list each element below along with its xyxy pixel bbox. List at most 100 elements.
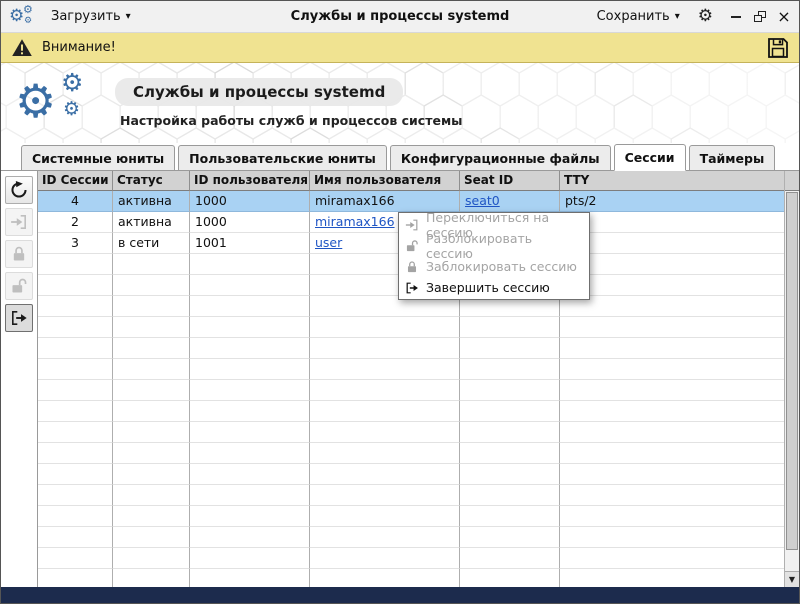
column-header-seat-id[interactable]: Seat ID xyxy=(460,171,560,191)
maximize-button[interactable] xyxy=(753,10,767,23)
cell: pts/2 xyxy=(560,191,784,212)
cell xyxy=(190,443,310,464)
menu-item-unlock-session[interactable]: Разблокировать сессию xyxy=(399,231,589,261)
cell xyxy=(560,233,784,254)
cell xyxy=(190,296,310,317)
cell xyxy=(190,422,310,443)
cell xyxy=(190,338,310,359)
cell-link[interactable]: seat0 xyxy=(465,193,500,208)
cell xyxy=(113,254,190,275)
cell xyxy=(113,464,190,485)
table-row-empty xyxy=(38,401,784,422)
cell xyxy=(460,464,560,485)
cell xyxy=(190,254,310,275)
tab-bar: Системные юниты Пользовательские юниты Кон… xyxy=(1,143,799,171)
cell xyxy=(560,485,784,506)
table-header: ID Сессии Статус ID пользователя Имя пользо… xyxy=(38,171,784,191)
column-header-status[interactable]: Статус xyxy=(113,171,190,191)
cell xyxy=(113,359,190,380)
tab-timers[interactable]: Таймеры xyxy=(688,145,776,170)
cell xyxy=(190,317,310,338)
cell: 2 xyxy=(38,212,113,233)
minimize-icon xyxy=(731,15,741,18)
refresh-icon xyxy=(10,181,28,199)
settings-gear-button[interactable]: ⚙ xyxy=(698,8,713,25)
content-area: ID Сессии Статус ID пользователя Имя пользо… xyxy=(1,171,799,587)
cell xyxy=(560,359,784,380)
cell xyxy=(560,569,784,587)
close-button[interactable]: × xyxy=(777,8,791,24)
cell xyxy=(38,548,113,569)
cell xyxy=(190,569,310,587)
tab-config-files[interactable]: Конфигурационные файлы xyxy=(389,145,611,170)
terminate-session-icon xyxy=(10,309,28,327)
tab-system-units[interactable]: Системные юниты xyxy=(21,145,176,170)
scrollbar-thumb[interactable] xyxy=(786,192,798,550)
gear-icon: ⚙ xyxy=(61,68,84,97)
cell xyxy=(38,296,113,317)
load-menu-button[interactable]: Загрузить ▾ xyxy=(45,6,137,27)
column-header-user-id[interactable]: ID пользователя xyxy=(190,171,310,191)
gear-icon: ⚙ xyxy=(24,15,33,26)
cell xyxy=(38,254,113,275)
menu-item-terminate-session[interactable]: Завершить сессию xyxy=(399,277,589,298)
table-row[interactable]: 4 активна 1000 miramax166 seat0 pts/2 xyxy=(38,191,784,212)
cell xyxy=(190,548,310,569)
save-menu-button[interactable]: Сохранить ▾ xyxy=(591,6,686,27)
switch-session-button[interactable] xyxy=(5,208,33,236)
menu-item-lock-session[interactable]: Заблокировать сессию xyxy=(399,256,589,277)
warning-icon xyxy=(11,38,33,57)
cell xyxy=(38,401,113,422)
cell xyxy=(310,359,460,380)
cell xyxy=(560,527,784,548)
scroll-down-button[interactable]: ▼ xyxy=(785,571,799,587)
cell xyxy=(190,485,310,506)
cell xyxy=(113,485,190,506)
chevron-down-icon: ▾ xyxy=(674,10,680,22)
table-row-empty xyxy=(38,485,784,506)
cell xyxy=(460,359,560,380)
unlock-session-button[interactable] xyxy=(5,272,33,300)
refresh-button[interactable] xyxy=(5,176,33,204)
vertical-scrollbar[interactable]: ▼ xyxy=(784,171,799,587)
load-menu-label: Загрузить xyxy=(51,9,121,24)
cell: 1000 xyxy=(190,212,310,233)
cell xyxy=(113,275,190,296)
cell xyxy=(460,569,560,587)
gear-icon: ⚙ xyxy=(9,5,25,26)
cell xyxy=(560,254,784,275)
menu-item-label: Завершить сессию xyxy=(426,280,550,295)
cell xyxy=(560,275,784,296)
save-file-button[interactable] xyxy=(767,37,789,59)
tab-user-units[interactable]: Пользовательские юниты xyxy=(178,145,387,170)
cell xyxy=(113,527,190,548)
cell xyxy=(190,359,310,380)
column-header-session-id[interactable]: ID Сессии xyxy=(38,171,113,191)
tab-sessions[interactable]: Сессии xyxy=(613,144,686,171)
lock-icon xyxy=(10,245,28,263)
cell xyxy=(113,443,190,464)
cell xyxy=(560,548,784,569)
scrollbar-corner xyxy=(785,171,799,191)
minimize-button[interactable] xyxy=(729,10,743,23)
warning-banner: Внимание! xyxy=(1,33,799,63)
column-header-tty[interactable]: TTY xyxy=(560,171,784,191)
cell xyxy=(560,338,784,359)
cell xyxy=(113,401,190,422)
cell xyxy=(38,380,113,401)
terminate-session-button[interactable] xyxy=(5,304,33,332)
cell xyxy=(560,443,784,464)
cell xyxy=(38,317,113,338)
window-controls: × xyxy=(729,8,791,24)
cell xyxy=(190,275,310,296)
column-header-username[interactable]: Имя пользователя xyxy=(310,171,460,191)
cell-link[interactable]: user xyxy=(315,235,342,250)
session-toolbar xyxy=(1,171,37,587)
cell: 3 xyxy=(38,233,113,254)
cell xyxy=(190,401,310,422)
cell xyxy=(310,317,460,338)
cell-link[interactable]: miramax166 xyxy=(315,214,395,229)
cell xyxy=(113,338,190,359)
cell xyxy=(38,338,113,359)
lock-session-button[interactable] xyxy=(5,240,33,268)
